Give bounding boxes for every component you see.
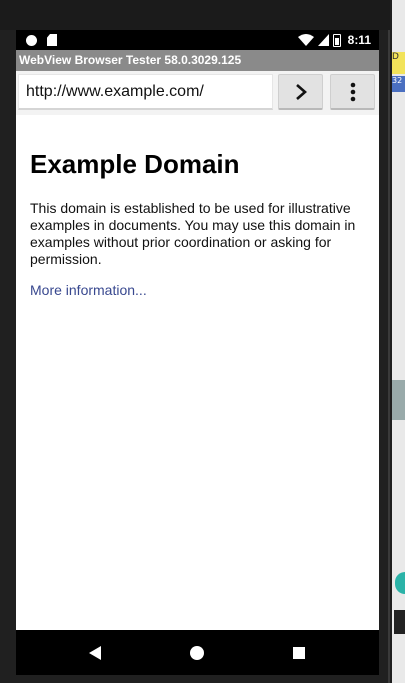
- status-time: 8:11: [347, 33, 371, 47]
- background-yellow-tab: D: [392, 52, 405, 74]
- status-icons: 8:11: [297, 32, 371, 48]
- background-gray-block: [392, 380, 405, 420]
- background-dark-block: [394, 610, 405, 634]
- sd-card-icon: [47, 34, 57, 46]
- page-paragraph: This domain is established to be used fo…: [30, 200, 356, 267]
- phone-screen: 8:11 WebView Browser Tester 58.0.3029.12…: [16, 30, 379, 675]
- page-heading: Example Domain: [30, 149, 240, 179]
- device-bezel-top: [0, 0, 390, 30]
- browser-toolbar: [16, 71, 379, 115]
- back-icon: [89, 646, 101, 660]
- status-bar: 8:11: [16, 30, 379, 50]
- back-button[interactable]: [84, 642, 106, 664]
- battery-icon: [332, 33, 341, 47]
- url-input[interactable]: [18, 74, 273, 110]
- signal-icon: [317, 34, 329, 46]
- device-frame: 8:11 WebView Browser Tester 58.0.3029.12…: [0, 0, 390, 683]
- go-button[interactable]: [278, 74, 323, 110]
- overflow-menu-button[interactable]: [330, 74, 375, 110]
- home-icon: [190, 646, 204, 660]
- background-blue-tab: 32: [392, 76, 405, 92]
- more-information-link[interactable]: More information...: [30, 282, 147, 298]
- notification-dot-icon: [26, 35, 37, 46]
- chevron-right-icon: [295, 83, 307, 100]
- app-title-bar: WebView Browser Tester 58.0.3029.125: [16, 50, 379, 71]
- wifi-icon: [297, 33, 314, 46]
- recents-button[interactable]: [288, 642, 310, 664]
- webview-content: Example Domain This domain is establishe…: [16, 115, 379, 630]
- recents-icon: [293, 647, 305, 659]
- home-button[interactable]: [186, 642, 208, 664]
- more-vert-icon: [350, 82, 355, 101]
- navigation-bar: [16, 630, 379, 675]
